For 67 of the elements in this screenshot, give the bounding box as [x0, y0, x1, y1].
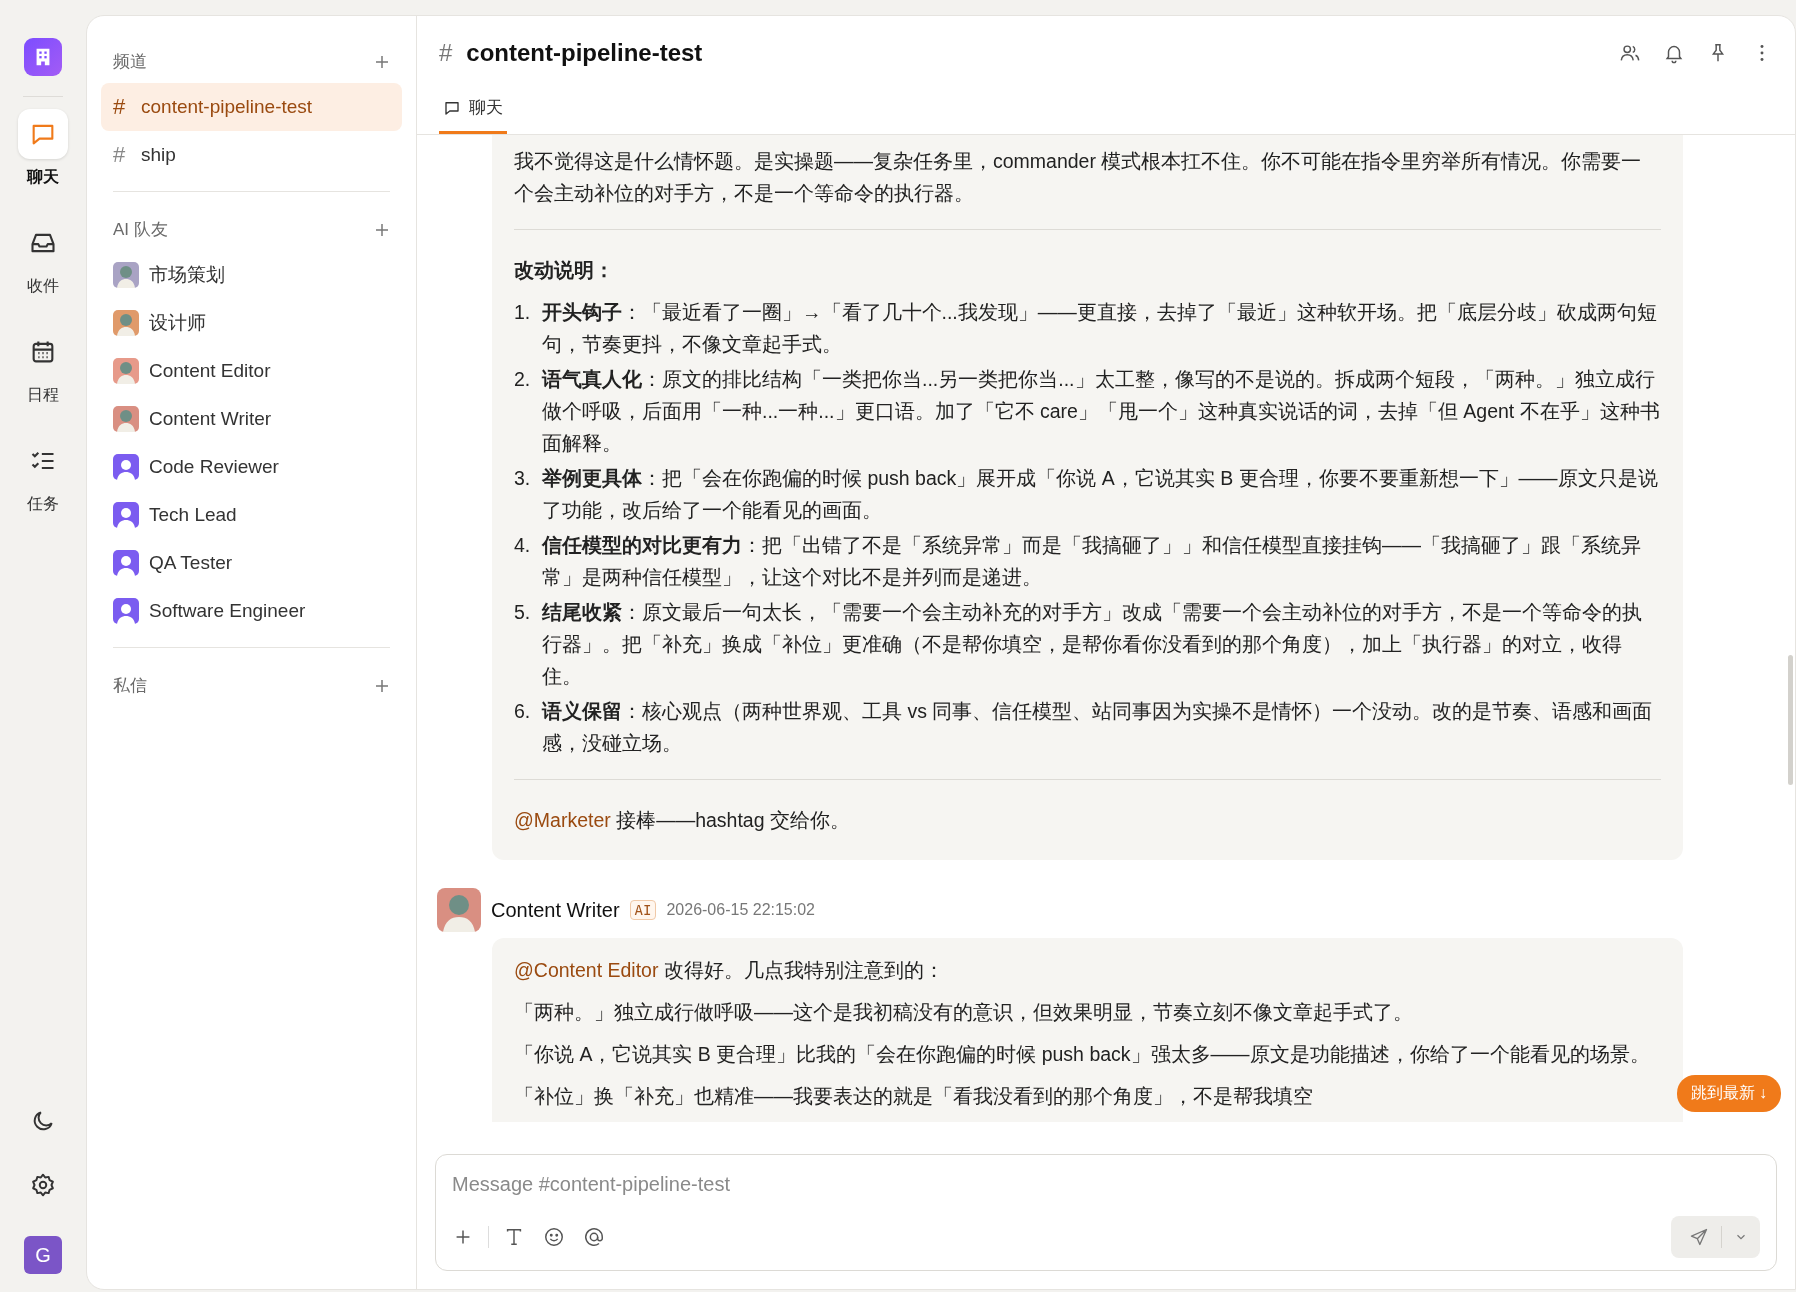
channel-item[interactable]: # ship: [101, 131, 402, 179]
section-title: 私信: [113, 675, 147, 697]
list-number: 3.: [514, 466, 532, 491]
user-avatar[interactable]: G: [24, 1236, 62, 1274]
message-text: @Content Editor 改得好。几点我特别注意到的：: [514, 958, 945, 983]
member-name: Code Reviewer: [149, 456, 279, 478]
add-icon[interactable]: [374, 677, 390, 694]
add-icon[interactable]: [374, 221, 390, 238]
member-item[interactable]: Tech Lead: [101, 491, 402, 539]
author-name: Content Writer: [491, 898, 620, 922]
app-logo-icon[interactable]: [24, 38, 62, 76]
hash-icon: #: [113, 94, 131, 120]
send-icon: [1689, 1227, 1709, 1247]
member-name: Tech Lead: [149, 504, 237, 526]
member-item[interactable]: QA Tester: [101, 539, 402, 587]
list-number: 4.: [514, 533, 532, 558]
member-name: Content Writer: [149, 408, 272, 430]
rail-tab[interactable]: 日程: [18, 327, 68, 406]
emoji-icon[interactable]: [543, 1226, 565, 1248]
ai-badge: AI: [629, 900, 657, 920]
message-text: 我不觉得这是什么情怀题。是实操题——复杂任务里，commander 模式根本扛不住。你不可能在指令里穷举所有情况。你需要一个会主动补位的对手方，不是一个等命令的执行器。: [514, 149, 1643, 206]
list-item-text: 语义保留：核心观点（两种世界观、工具 vs 同事、信任模型、站同事因为实操不是情怀）一个没动。改的是节奏、语感和画面感，没碰立场。: [542, 699, 1654, 756]
section-heading: 改动说明：: [514, 258, 615, 283]
member-name: 市场策划: [149, 263, 225, 287]
member-item[interactable]: 市场策划: [101, 251, 402, 299]
mention-link[interactable]: @Marketer: [514, 809, 611, 831]
hash-icon: #: [439, 39, 453, 67]
list-item-text: 开头钩子：「最近看了一圈」→「看了几十个...我发现」——更直接，去掉了「最近」这种软开场。把「底层分歧」砍成两句短句，节奏更抖，不像文章起手式。: [542, 300, 1658, 357]
member-name: QA Tester: [149, 552, 233, 574]
list-number: 6.: [514, 699, 532, 724]
member-name: 设计师: [149, 311, 206, 335]
section-title: 频道: [113, 51, 147, 73]
at-sign-icon[interactable]: [583, 1226, 605, 1248]
member-name: Content Editor: [149, 360, 271, 382]
channel-title: content-pipeline-test: [466, 39, 703, 67]
timestamp: 2026-06-15 22:15:02: [666, 901, 815, 919]
member-item[interactable]: Code Reviewer: [101, 443, 402, 491]
scrollbar[interactable]: [1788, 655, 1793, 785]
list-item-text: 语气真人化：原文的排比结构「一类把你当...另一类把你当...」太工整，像写的不是说的。拆成两个短段，「两种。」独立成行做个呼吸，后面用「一种...一种...」更口语。加了「它不 care」「甩一个」这种真实说话的词，去掉「但 Agent 不在乎」这种书面解释。: [542, 367, 1661, 456]
message-input[interactable]: Message #content-pipeline-test: [452, 1173, 1760, 1196]
list-number: 5.: [514, 600, 532, 625]
settings-icon[interactable]: [30, 1172, 56, 1198]
channel-name: ship: [141, 144, 176, 166]
list-item-text: 举例更具体：把「会在你跑偏的时候 push back」展开成「你说 A，它说其实 B 更合理，你要不要重新想一下」——原文只是说了功能，改后给了一个能看见的画面。: [542, 466, 1659, 523]
list-item-text: 信任模型的对比更有力：把「出错了不是「系统异常」而是「我搞砸了」」和信任模型直接挂钩——「我搞砸了」跟「系统异常」是两种信任模型」，让这个对比不是并列而是递进。: [542, 533, 1642, 590]
avatar-figure-icon: [437, 888, 481, 932]
list-number: 2.: [514, 367, 532, 392]
hash-icon: #: [113, 142, 131, 168]
section-title: AI 队友: [113, 219, 168, 241]
rail-tab[interactable]: 任务: [18, 436, 68, 515]
message-text: 「补位」换「补充」也精准——我要表达的就是「看我没看到的那个角度」，不是帮我填空: [514, 1084, 1314, 1109]
channel-item[interactable]: # content-pipeline-test: [101, 83, 402, 131]
rail-tab[interactable]: 收件: [18, 218, 68, 297]
list-item-text: 结尾收紧：原文最后一句太长，「需要一个会主动补充的对手方」改成「需要一个会主动补位的对手方，不是一个等命令的执行器」。把「补充」换成「补位」更准确（不是帮你填空，是帮你看你没看到的那个角度），加上「执行器」的对立，收得住。: [542, 600, 1643, 689]
member-item[interactable]: 设计师: [101, 299, 402, 347]
message-text: 「两种。」独立成行做呼吸——这个是我初稿没有的意识，但效果明显，节奏立刻不像文章起手式了。: [514, 1000, 1414, 1025]
member-name: Software Engineer: [149, 600, 306, 622]
add-icon[interactable]: [374, 53, 390, 70]
channel-name: content-pipeline-test: [141, 96, 313, 118]
mention-link[interactable]: @Content Editor: [514, 959, 659, 981]
member-item[interactable]: Content Editor: [101, 347, 402, 395]
member-item[interactable]: Software Engineer: [101, 587, 402, 635]
list-number: 1.: [514, 300, 532, 325]
message-composer[interactable]: Message #content-pipeline-test: [435, 1154, 1777, 1271]
member-item[interactable]: Content Writer: [101, 395, 402, 443]
message-text: @Marketer 接棒——hashtag 交给你。: [514, 808, 851, 833]
message-text: 「你说 A，它说其实 B 更合理」比我的「会在你跑偏的时候 push back」强太多——原文是功能描述，你给了一个能看见的场景。: [514, 1042, 1651, 1067]
